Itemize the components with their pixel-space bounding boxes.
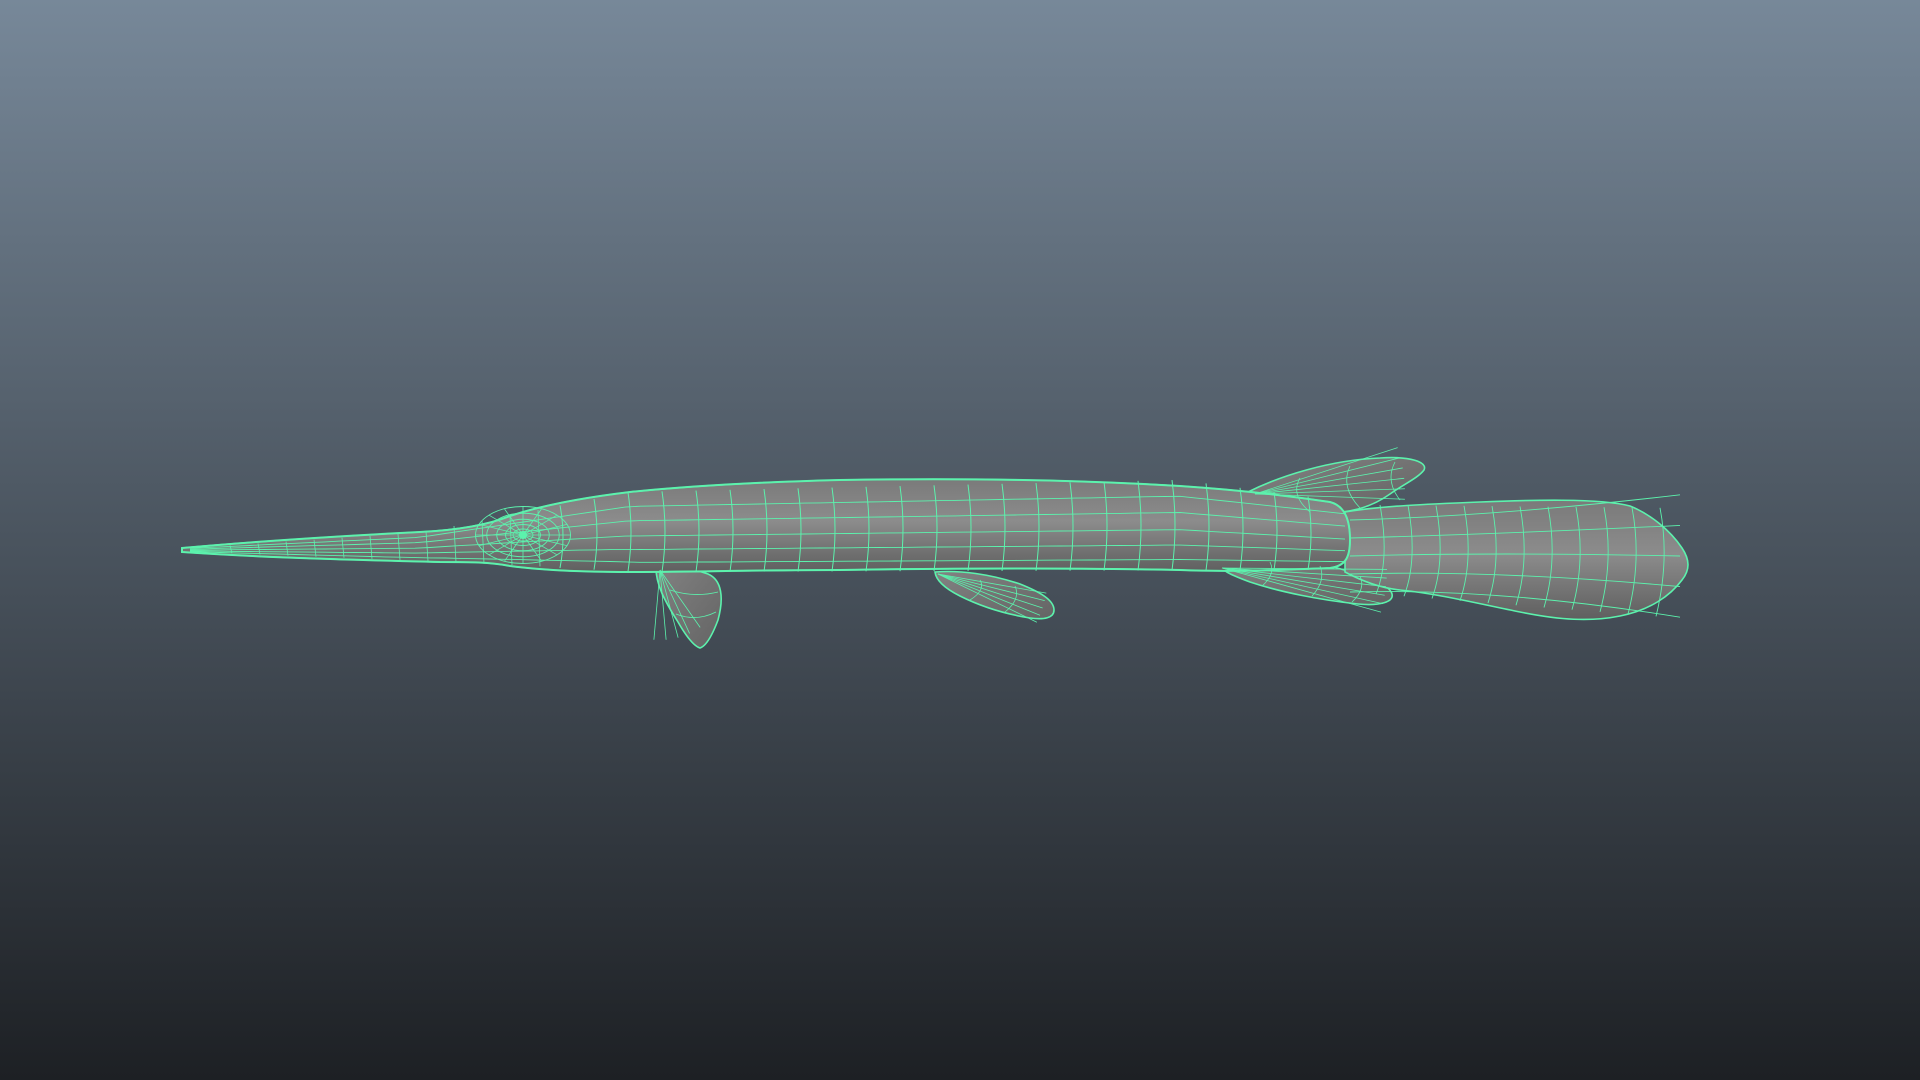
3d-viewport[interactable] (0, 0, 1920, 1080)
viewport-canvas[interactable] (0, 0, 1920, 1080)
